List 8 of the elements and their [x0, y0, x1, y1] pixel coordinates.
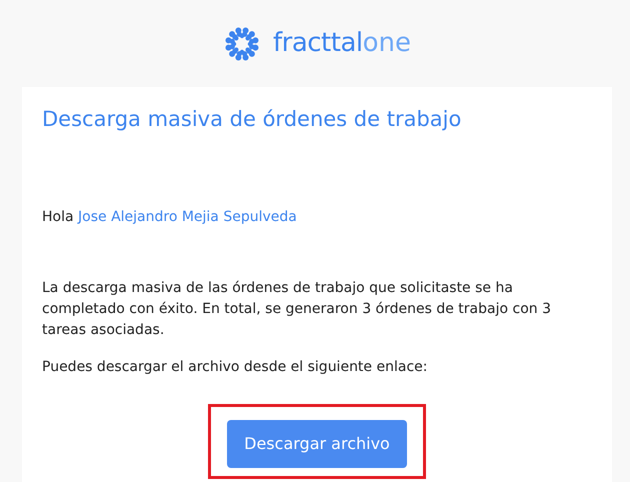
body-paragraph: Puedes descargar el archivo desde el siguiente enlace: [42, 358, 428, 378]
download-button[interactable]: Descargar archivo [227, 420, 407, 468]
body-paragraph: La descarga masiva de las órdenes de trabajo que solicitaste se ha completado con éxito. En total, se generaron 3 órdenes de trabajo con 3 tareas asociadas. [42, 279, 552, 340]
recipient-link[interactable]: Jose Alejandro Mejia Sepulveda [78, 209, 297, 226]
logo-text: fracttal [272, 28, 363, 58]
email-title: Descarga masiva de órdenes de trabajo [42, 107, 462, 132]
logo-suffix: one [362, 28, 411, 58]
greeting-text: Hola Jose Alejandro Mejia Sepulveda [42, 208, 298, 228]
